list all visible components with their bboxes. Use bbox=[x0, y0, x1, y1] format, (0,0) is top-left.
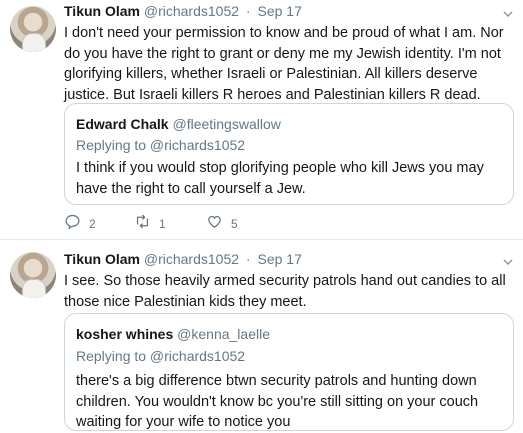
like-button[interactable]: 5 bbox=[206, 214, 238, 234]
tweet-date[interactable]: Sep 17 bbox=[257, 251, 301, 267]
like-count: 5 bbox=[231, 217, 238, 231]
quoted-author: Edward Chalk @fleetingswallow bbox=[76, 116, 281, 132]
heart-icon bbox=[206, 213, 223, 235]
reply-icon bbox=[64, 213, 81, 235]
quoted-author: kosher whines @kenna_laelle bbox=[76, 326, 270, 342]
quoted-tweet[interactable]: Edward Chalk @fleetingswallow Replying t… bbox=[64, 103, 514, 205]
retweet-button[interactable]: 1 bbox=[134, 214, 166, 234]
quoted-tweet[interactable]: kosher whines @kenna_laelle Replying to … bbox=[64, 313, 514, 431]
author-handle[interactable]: @richards1052 bbox=[144, 3, 239, 19]
tweet-header: Tikun Olam @richards1052 · Sep 17 bbox=[64, 251, 302, 267]
replying-to: Replying to @richards1052 bbox=[76, 137, 246, 153]
replying-to: Replying to @richards1052 bbox=[76, 348, 246, 364]
tweet-header: Tikun Olam @richards1052 · Sep 17 bbox=[64, 3, 302, 19]
quoted-author-handle: @fleetingswallow bbox=[172, 116, 281, 132]
separator-dot: · bbox=[245, 3, 251, 19]
author-name[interactable]: Tikun Olam bbox=[64, 251, 140, 267]
reply-count: 2 bbox=[89, 217, 96, 231]
chevron-down-icon[interactable] bbox=[503, 254, 513, 266]
tweet-actions: 2 1 5 bbox=[64, 214, 364, 234]
separator-dot: · bbox=[245, 251, 251, 267]
quoted-author-name: Edward Chalk bbox=[76, 116, 169, 132]
avatar[interactable] bbox=[10, 252, 56, 298]
tweet[interactable]: Tikun Olam @richards1052 · Sep 17 I don'… bbox=[0, 0, 523, 240]
author-name[interactable]: Tikun Olam bbox=[64, 3, 140, 19]
avatar[interactable] bbox=[10, 6, 56, 52]
quoted-text: I think if you would stop glorifying peo… bbox=[76, 160, 484, 197]
reply-button[interactable]: 2 bbox=[64, 214, 96, 234]
retweet-icon bbox=[134, 213, 151, 235]
author-handle[interactable]: @richards1052 bbox=[144, 251, 239, 267]
retweet-count: 1 bbox=[159, 217, 166, 231]
quoted-author-handle: @kenna_laelle bbox=[177, 326, 270, 342]
tweet-text: I see. So those heavily armed security p… bbox=[64, 273, 506, 310]
tweet[interactable]: Tikun Olam @richards1052 · Sep 17 I see.… bbox=[0, 240, 523, 431]
tweet-date[interactable]: Sep 17 bbox=[257, 3, 301, 19]
tweet-text: I don't need your permission to know and… bbox=[64, 25, 504, 103]
chevron-down-icon[interactable] bbox=[503, 6, 513, 18]
quoted-text: there's a big difference btwn security p… bbox=[76, 373, 479, 430]
quoted-author-name: kosher whines bbox=[76, 326, 174, 342]
